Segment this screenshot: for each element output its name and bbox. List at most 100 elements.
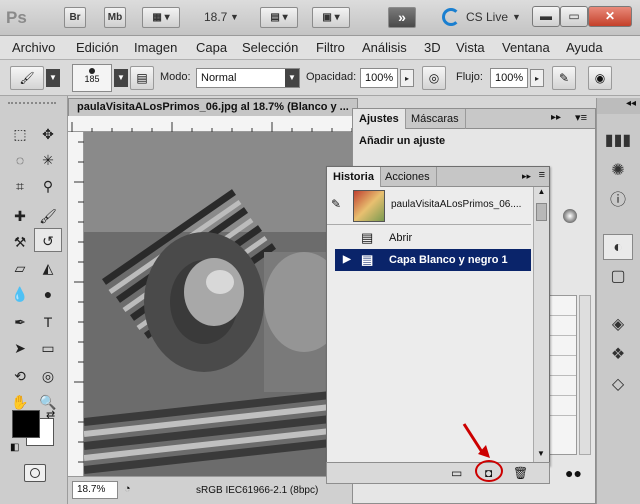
blur-tool-icon[interactable]: 💧: [6, 282, 34, 306]
scroll-down-icon[interactable]: ▼: [534, 449, 548, 463]
arrange-documents-button[interactable]: ▤ ▾: [260, 7, 298, 28]
eraser-tool-icon[interactable]: ▱: [6, 256, 34, 280]
masks-panel-dock-icon[interactable]: ▢: [603, 264, 633, 290]
menu-ventana[interactable]: Ventana: [502, 40, 550, 55]
mini-bridge-button[interactable]: Mb: [104, 7, 126, 28]
3d-rotate-tool-icon[interactable]: ⟲: [6, 364, 34, 388]
quick-mask-icon: [30, 468, 40, 478]
tab-mascaras[interactable]: Máscaras: [405, 109, 466, 129]
close-button[interactable]: ✕: [588, 6, 632, 27]
path-selection-tool-icon[interactable]: ➤: [6, 336, 34, 360]
crop-tool-icon[interactable]: ⌗: [6, 174, 34, 198]
menu-edicion[interactable]: Edición: [76, 40, 119, 55]
cs-live-icon[interactable]: [442, 8, 460, 26]
eyedropper-tool-icon[interactable]: ⚲: [34, 174, 62, 198]
dodge-tool-icon[interactable]: ●: [34, 282, 62, 306]
color-panel-icon[interactable]: ▮▮▮: [603, 128, 633, 154]
menu-seleccion[interactable]: Selección: [242, 40, 298, 55]
tool-preset-picker[interactable]: 🖌: [10, 66, 44, 90]
opacity-field[interactable]: 100%: [360, 68, 398, 88]
cs-live-label[interactable]: CS Live: [466, 10, 508, 24]
status-info-icon[interactable]: ◔: [124, 483, 131, 495]
brush-panel-icon[interactable]: ▤: [130, 66, 154, 90]
menu-filtro[interactable]: Filtro: [316, 40, 345, 55]
foreground-color-swatch[interactable]: [12, 410, 40, 438]
scroll-up-icon[interactable]: ▲: [534, 187, 549, 201]
history-scrollbar[interactable]: ▲ ▼: [533, 187, 549, 463]
history-brush-tool-icon[interactable]: ↺: [34, 228, 62, 252]
airbrush-icon[interactable]: ✎: [552, 66, 576, 90]
3d-orbit-tool-icon[interactable]: ◎: [34, 364, 62, 388]
menu-archivo[interactable]: Archivo: [12, 40, 55, 55]
flow-slider-button[interactable]: ▸: [530, 69, 544, 87]
flow-field[interactable]: 100%: [490, 68, 528, 88]
history-state-blanco-y-negro[interactable]: ▶ ▤ Capa Blanco y negro 1: [335, 249, 531, 271]
healing-brush-tool-icon[interactable]: ✚: [6, 204, 34, 228]
bridge-button[interactable]: Br: [64, 7, 86, 28]
channels-panel-icon[interactable]: ❖: [603, 342, 633, 368]
magic-wand-tool-icon[interactable]: ✳: [34, 148, 62, 172]
brush-tool-icon[interactable]: 🖌: [34, 204, 62, 228]
panel-menu-icon[interactable]: ▾≡: [575, 111, 587, 124]
dock-expand-icon[interactable]: ◂◂: [597, 98, 640, 114]
move-tool-icon[interactable]: ✥: [34, 122, 62, 146]
paths-panel-icon[interactable]: ◇: [603, 372, 633, 398]
scroll-thumb[interactable]: [536, 203, 547, 221]
default-colors-icon[interactable]: ◧: [10, 442, 19, 453]
workspace-expand-button[interactable]: »: [388, 7, 416, 28]
menu-ayuda[interactable]: Ayuda: [566, 40, 603, 55]
info-panel-icon[interactable]: ⓘ: [603, 188, 633, 214]
adjustments-scrollbar[interactable]: [579, 295, 591, 455]
delete-state-icon[interactable]: 🗑: [513, 466, 528, 480]
status-bar: 18.7% ◔ sRGB IEC61966-2.1 (8bpc): [68, 476, 358, 504]
navigator-panel-icon[interactable]: ✺: [603, 158, 633, 184]
lasso-tool-icon[interactable]: ◌: [6, 148, 34, 172]
document-canvas[interactable]: [84, 132, 358, 476]
toolbox-grip[interactable]: [8, 102, 56, 110]
minimize-button[interactable]: ▬: [532, 6, 560, 27]
history-current-state-slider-icon[interactable]: ▶: [343, 249, 351, 271]
marquee-tool-icon[interactable]: ⬚: [6, 122, 34, 146]
layers-panel-icon[interactable]: ◈: [603, 312, 633, 338]
clone-stamp-tool-icon[interactable]: ⚒: [6, 230, 34, 254]
pressure-opacity-icon[interactable]: ◎: [422, 66, 446, 90]
view-extras-button[interactable]: ▦ ▾: [142, 7, 180, 28]
zoom-field[interactable]: 18.7%: [72, 481, 118, 499]
menu-capa[interactable]: Capa: [196, 40, 227, 55]
swap-colors-icon[interactable]: ⇄: [46, 408, 55, 421]
brush-dropdown-icon[interactable]: ▼: [114, 69, 128, 87]
cs-live-dropdown-icon[interactable]: ▼: [512, 12, 521, 22]
brush-picker[interactable]: 185: [72, 64, 112, 92]
history-state-abrir[interactable]: ▤ Abrir: [335, 227, 531, 249]
preset-swatch-icon[interactable]: [563, 209, 577, 223]
zoom-readout[interactable]: 18.7: [204, 10, 227, 24]
menu-imagen[interactable]: Imagen: [134, 40, 177, 55]
zoom-dropdown-icon[interactable]: ▼: [230, 12, 239, 22]
history-collapse-icon[interactable]: ▸▸: [522, 171, 531, 182]
restore-button[interactable]: ▭: [560, 6, 588, 27]
clip-layer-icon[interactable]: ●●: [565, 465, 582, 481]
paint-bucket-tool-icon[interactable]: ◭: [34, 256, 62, 280]
menu-3d[interactable]: 3D: [424, 40, 441, 55]
type-tool-icon[interactable]: T: [34, 310, 62, 334]
tab-ajustes[interactable]: Ajustes: [353, 109, 406, 129]
quick-mask-button[interactable]: [24, 464, 46, 482]
new-document-from-state-icon[interactable]: ▭: [451, 466, 462, 480]
history-snapshot-row[interactable]: ✎ paulaVisitaALosPrimos_06....: [327, 187, 531, 225]
shape-tool-icon[interactable]: ▭: [34, 336, 62, 360]
opacity-slider-button[interactable]: ▸: [400, 69, 414, 87]
document-tab[interactable]: paulaVisitaALosPrimos_06.jpg al 18.7% (B…: [68, 98, 358, 116]
menu-analisis[interactable]: Análisis: [362, 40, 407, 55]
tab-acciones[interactable]: Acciones: [379, 167, 437, 187]
mode-select[interactable]: Normal ▼: [196, 68, 300, 88]
history-brush-source-icon[interactable]: ✎: [331, 197, 341, 211]
screen-mode-button[interactable]: ▣ ▾: [312, 7, 350, 28]
tool-preset-dropdown-icon[interactable]: ▼: [46, 69, 60, 87]
brush-panel-dock-icon[interactable]: ◐: [603, 234, 633, 260]
collapse-panel-icon[interactable]: ▸▸: [551, 112, 561, 123]
pen-tool-icon[interactable]: ✒: [6, 310, 34, 334]
menu-vista[interactable]: Vista: [456, 40, 485, 55]
history-menu-icon[interactable]: ≡: [539, 169, 545, 181]
pressure-size-icon[interactable]: ◉: [588, 66, 612, 90]
tab-historia[interactable]: Historia: [327, 167, 381, 187]
